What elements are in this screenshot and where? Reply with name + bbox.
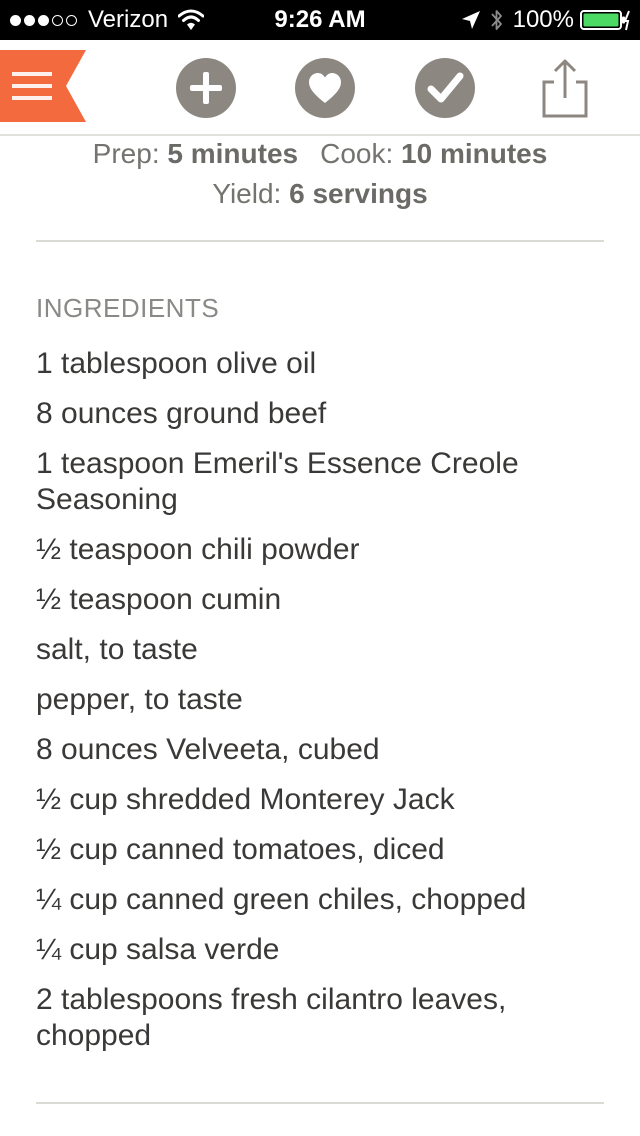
toolbar: [0, 40, 640, 136]
ingredient-item: 2 tablespoons fresh cilantro leaves, cho…: [36, 983, 507, 1052]
ingredient-item: ¼ cup canned green chiles, chopped: [36, 883, 527, 916]
status-right: 100%: [461, 6, 630, 34]
yield-line: Yield: 6 servings: [0, 174, 640, 214]
yield-value: 6 servings: [289, 178, 428, 209]
prep-value: 5 minutes: [167, 138, 299, 169]
mark-done-button[interactable]: [415, 58, 475, 118]
divider: [36, 240, 604, 242]
ingredient-item: ½ teaspoon chili powder: [36, 533, 360, 566]
ingredient-item: pepper, to taste: [36, 683, 243, 716]
ingredient-item: ¼ cup salsa verde: [36, 933, 280, 966]
ingredient-item: 1 tablespoon olive oil: [36, 347, 317, 380]
battery-percent: 100%: [512, 6, 574, 33]
recipe-meta: Prep: 5 minutes Cook: 10 minutes Yield: 6…: [0, 134, 640, 214]
favorite-button[interactable]: [295, 58, 355, 118]
ingredient-item: 8 ounces Velveeta, cubed: [36, 733, 380, 766]
yield-label: Yield:: [212, 178, 282, 209]
ingredients-heading: INGREDIENTS: [36, 293, 220, 323]
ingredient-item: ½ teaspoon cumin: [36, 583, 282, 616]
ingredients-list: 1 tablespoon olive oil 8 ounces ground b…: [36, 346, 596, 1068]
ingredient-item: ½ cup shredded Monterey Jack: [36, 783, 455, 816]
cook-value: 10 minutes: [401, 138, 548, 169]
add-button[interactable]: [176, 58, 236, 118]
location-arrow-icon: [461, 11, 480, 29]
ingredient-item: 1 teaspoon Emeril's Essence Creole Seaso…: [36, 447, 519, 516]
divider: [36, 1102, 604, 1104]
status-bar: Verizon 9:26 AM 100%: [0, 0, 640, 40]
menu-icon[interactable]: [0, 50, 86, 122]
share-button[interactable]: [535, 56, 595, 120]
bluetooth-icon: [490, 10, 502, 30]
cook-label: Cook:: [320, 138, 394, 169]
prep-label: Prep:: [92, 138, 160, 169]
prep-cook-line: Prep: 5 minutes Cook: 10 minutes: [0, 134, 640, 174]
battery-charging-icon: [580, 10, 630, 31]
ingredient-item: salt, to taste: [36, 633, 198, 666]
ingredient-item: ½ cup canned tomatoes, diced: [36, 833, 445, 866]
ingredient-item: 8 ounces ground beef: [36, 397, 327, 430]
screen: Verizon 9:26 AM 100% Prep: 5 minutes Coo…: [0, 0, 640, 1136]
